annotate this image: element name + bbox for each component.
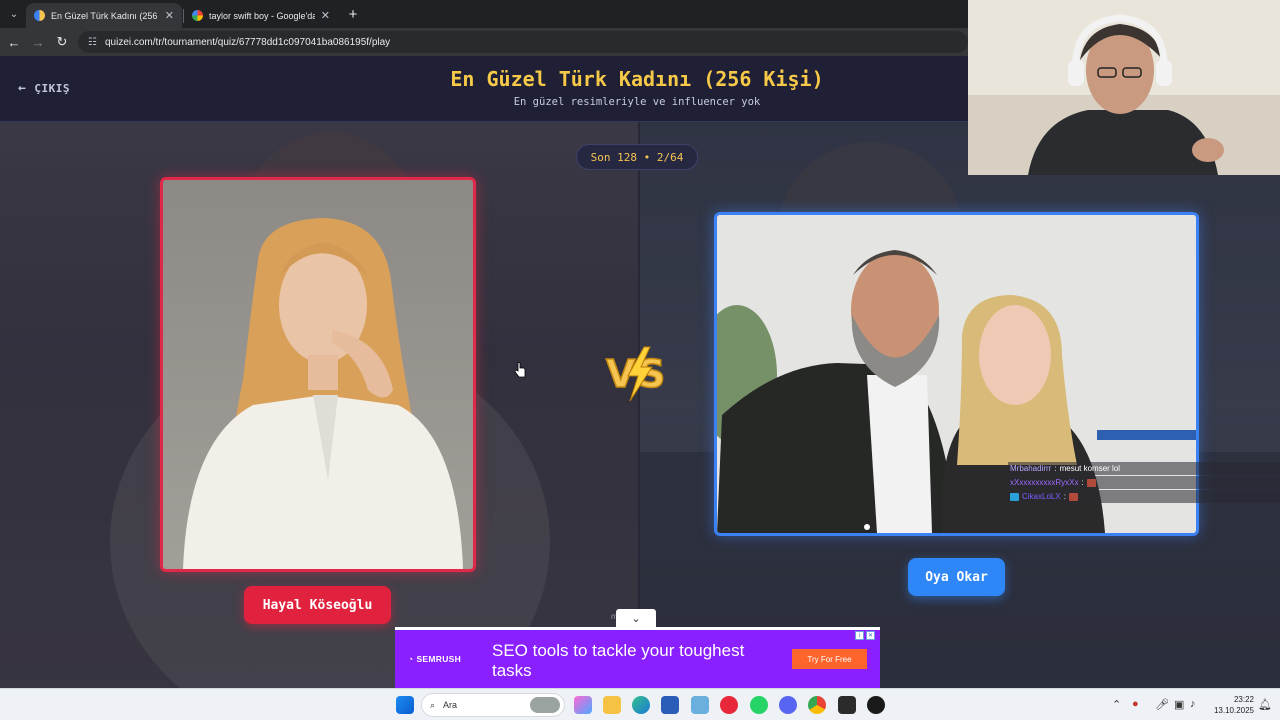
close-icon[interactable]: ✕ xyxy=(165,9,174,22)
hand-cursor-icon xyxy=(514,362,526,378)
settings-icon[interactable] xyxy=(691,696,709,714)
tab-google[interactable]: taylor swift boy - Google'da Ara ✕ xyxy=(184,3,338,28)
edge-icon[interactable] xyxy=(632,696,650,714)
emote-icon xyxy=(1068,492,1078,501)
chrome-icon[interactable] xyxy=(808,696,826,714)
stream-chat-overlay: Mrbahadirrr: mesut komser lol xXxxxxxxxx… xyxy=(1008,462,1280,508)
right-candidate-name-button[interactable]: Oya Okar xyxy=(908,558,1005,596)
vs-lightning-icon: V S xyxy=(605,346,666,402)
tab-title: taylor swift boy - Google'da Ara xyxy=(209,10,315,21)
search-highlight-icon xyxy=(530,697,560,713)
clock-date: 13.10.2025 xyxy=(1213,706,1254,715)
chat-message: CikaxLoLX: xyxy=(1008,490,1280,503)
store-icon[interactable] xyxy=(661,696,679,714)
ad-brand-name: SEMRUSH xyxy=(416,654,462,664)
chat-text: mesut komser lol xyxy=(1059,464,1121,473)
chevron-up-icon[interactable]: ⌃ xyxy=(1112,698,1121,711)
discord-icon[interactable] xyxy=(779,696,797,714)
media-player-icon[interactable] xyxy=(720,696,738,714)
notification-bell-icon[interactable]: 🔔︎ xyxy=(1258,698,1272,711)
tab-quiz[interactable]: En Güzel Türk Kadını (256 Kişi) ✕ xyxy=(26,3,182,28)
semrush-logo-icon: ◔ xyxy=(408,654,414,664)
reload-icon[interactable]: ↻ xyxy=(53,33,71,51)
close-icon[interactable]: ✕ xyxy=(321,9,330,22)
file-explorer-icon[interactable] xyxy=(603,696,621,714)
forward-arrow-icon[interactable]: → xyxy=(29,33,47,51)
ad-collapse-chevron-icon[interactable]: ⌄ xyxy=(616,609,656,627)
tab-title: En Güzel Türk Kadını (256 Kişi) xyxy=(51,10,159,21)
left-candidate-card[interactable] xyxy=(160,177,476,572)
chat-username: Mrbahadirrr xyxy=(1010,464,1052,473)
left-candidate-name-button[interactable]: Hayal Köseoğlu xyxy=(244,586,391,624)
windows-taskbar: ⌕ Ara ⌃ ● 🎤︎ ▣ ♪ 23:22 13.10.2025 🔔︎ xyxy=(0,688,1280,720)
chat-message: Mrbahadirrr: mesut komser lol xyxy=(1008,462,1280,475)
ad-info-icon[interactable]: i xyxy=(855,631,864,640)
ad-headline: SEO tools to tackle your toughest tasks xyxy=(492,641,745,680)
taskbar-search[interactable]: ⌕ Ara xyxy=(421,693,565,717)
windows-start-icon[interactable] xyxy=(396,696,414,714)
new-tab-plus-icon[interactable]: + xyxy=(344,5,362,23)
tab-search-icon[interactable]: ⌄ xyxy=(4,4,24,24)
chat-username: CikaxLoLX xyxy=(1022,492,1061,501)
microphone-icon[interactable]: 🎤︎ xyxy=(1155,698,1169,711)
round-indicator: Son 128 • 2/64 xyxy=(576,144,698,170)
search-icon: ⌕ xyxy=(430,699,436,710)
google-favicon-icon xyxy=(192,10,203,21)
copilot-icon[interactable] xyxy=(574,696,592,714)
left-candidate-photo xyxy=(163,180,473,569)
streamer-webcam-image xyxy=(968,0,1280,175)
app-icon[interactable] xyxy=(838,696,856,714)
whatsapp-icon[interactable] xyxy=(750,696,768,714)
chat-message: xXxxxxxxxxxRyxXx: xyxy=(1008,476,1280,489)
badge-icon xyxy=(1010,492,1019,501)
chat-username: xXxxxxxxxxxRyxXx xyxy=(1010,478,1079,487)
emote-icon xyxy=(1086,478,1096,487)
quiz-favicon-icon xyxy=(34,10,45,21)
url-text: quizei.com/tr/tournament/quiz/67778dd1c0… xyxy=(104,36,391,48)
webcam-overlay xyxy=(968,0,1280,175)
screen: ⌄ En Güzel Türk Kadını (256 Kişi) ✕ tayl… xyxy=(0,0,1280,720)
site-info-icon[interactable]: ☷ xyxy=(88,37,97,48)
security-icon[interactable]: ● xyxy=(1132,698,1139,710)
semrush-ad-banner[interactable]: i ✕ ◔ SEMRUSH SEO tools to tackle your t… xyxy=(395,627,880,688)
ad-controls: i ✕ xyxy=(855,631,877,641)
taskbar-clock[interactable]: 23:22 13.10.2025 xyxy=(1208,694,1254,716)
ad-close-icon[interactable]: ✕ xyxy=(866,631,875,640)
clock-time: 23:22 xyxy=(1233,695,1254,704)
network-icon[interactable]: ▣ xyxy=(1174,698,1184,711)
ad-brand: ◔ SEMRUSH xyxy=(408,654,461,664)
taskbar-search-placeholder: Ara xyxy=(443,700,458,710)
back-arrow-icon[interactable]: ← xyxy=(5,33,23,51)
address-bar[interactable]: ☷ quizei.com/tr/tournament/quiz/67778dd1… xyxy=(78,31,968,53)
volume-icon[interactable]: ♪ xyxy=(1190,698,1196,710)
app-icon[interactable] xyxy=(867,696,885,714)
ad-cta-button[interactable]: Try For Free xyxy=(792,649,867,669)
